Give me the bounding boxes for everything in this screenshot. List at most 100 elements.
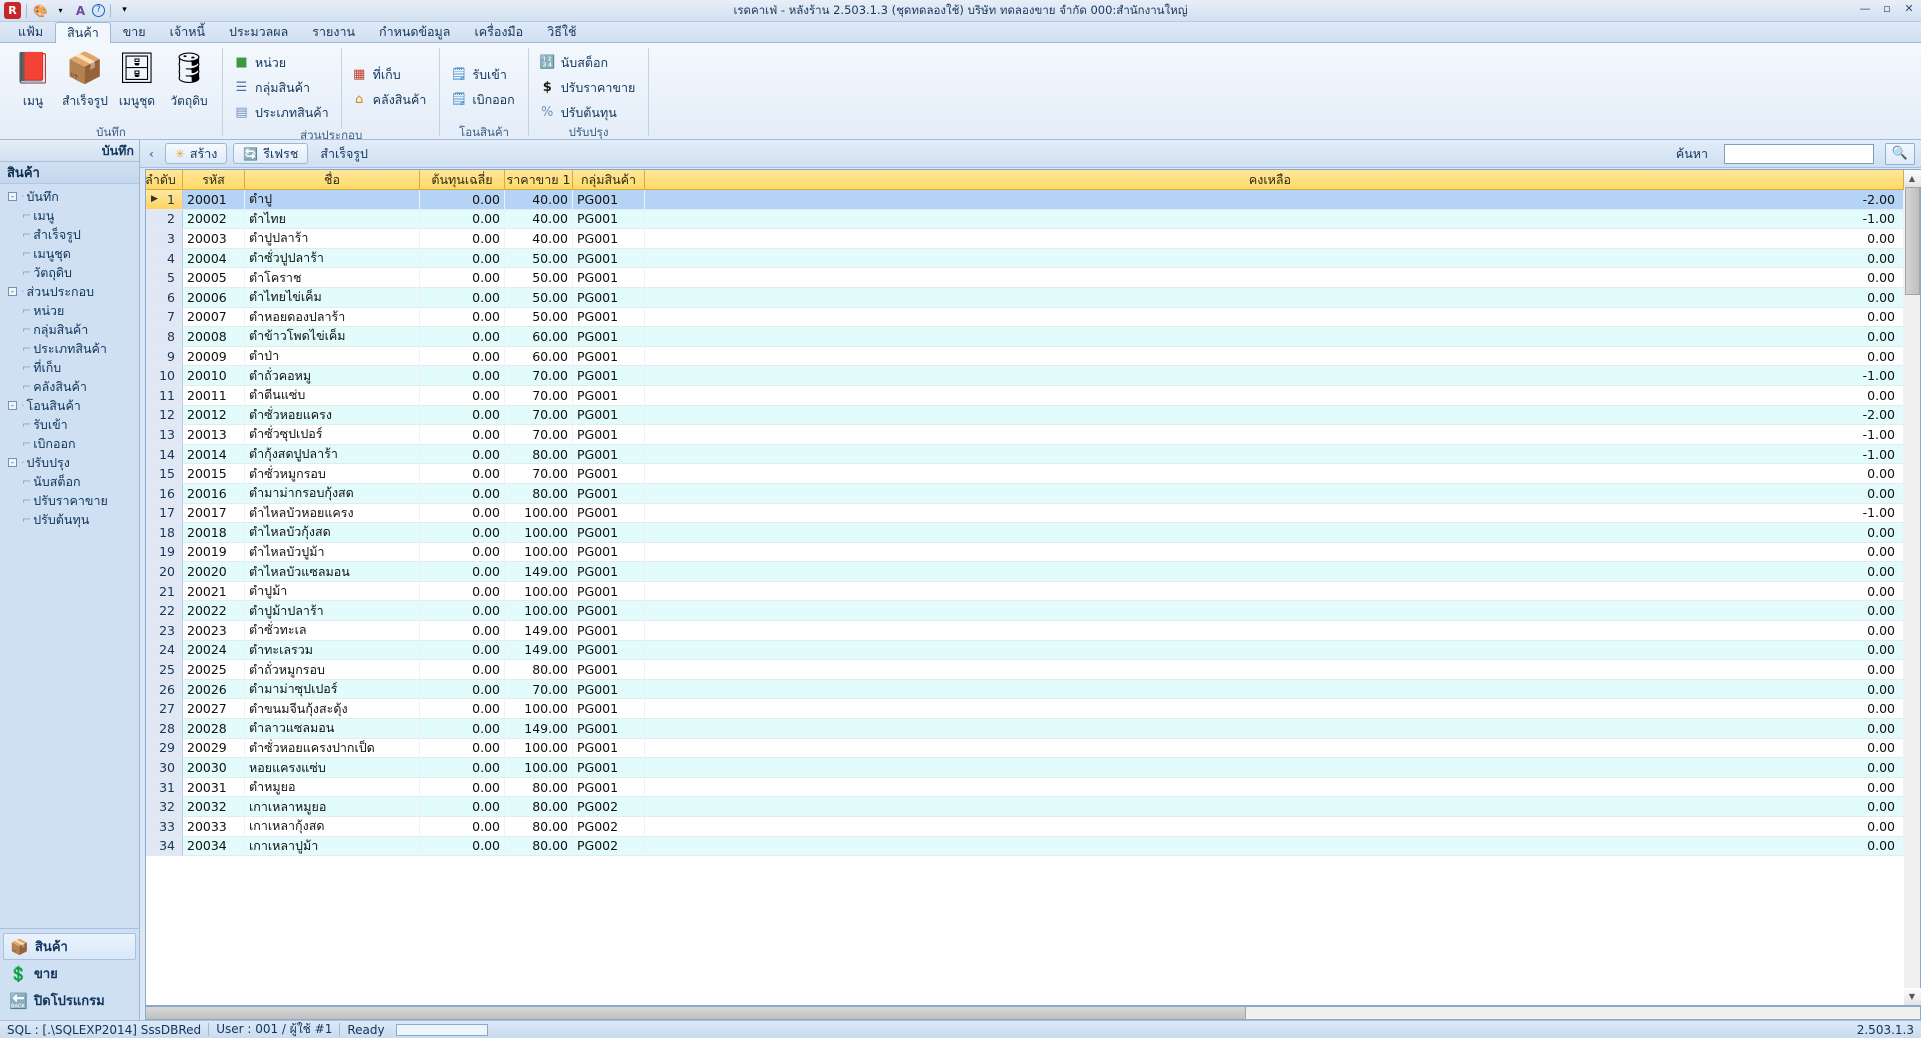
grid-cell-idx[interactable]: 16 [146,483,183,504]
table-row[interactable]: 28 20028 ตำลาวแซลมอน 0.00 149.00 PG001 0.00 [146,719,1904,739]
grid-cell-price[interactable]: 149.00 [505,719,573,739]
grid-cell-code[interactable]: 20002 [183,209,245,230]
grid-cell-group[interactable]: PG001 [573,464,645,484]
minimize-button[interactable]: — [1857,2,1873,15]
sidebar-tree-item[interactable]: ⌐ นับสต็อก [0,472,139,491]
tab-withiichai[interactable]: วิธีใช้ [535,21,588,42]
grid-cell-code[interactable]: 20010 [183,366,245,386]
grid-cell-code[interactable]: 20031 [183,777,245,798]
grid-cell-idx[interactable]: 33 [146,817,183,837]
grid-cell-name[interactable]: ตำทะเลรวม [245,640,420,661]
grid-cell-group[interactable]: PG001 [573,366,645,386]
table-row[interactable]: 19 20019 ตำไหลบัวปูม้า 0.00 100.00 PG001 0.00 [146,542,1904,563]
grid-cell-stock[interactable]: 0.00 [645,483,1904,504]
grid-cell-idx[interactable]: 24 [146,640,183,661]
grid-cell-idx[interactable]: 17 [146,503,183,524]
tree-expander-icon[interactable]: - [8,192,17,201]
sidebar-tree-item[interactable]: - · โอนสินค้า [0,396,139,415]
grid-cell-idx[interactable]: 18 [146,523,183,543]
grid-cell-cost[interactable]: 0.00 [420,601,505,622]
tab-khai[interactable]: ขาย [111,21,158,42]
grid-cell-stock[interactable]: 0.00 [645,268,1904,288]
grid-cell-group[interactable]: PG001 [573,229,645,249]
table-row[interactable]: 13 20013 ตำซั่วซุปเปอร์ 0.00 70.00 PG001 -1.00 [146,425,1904,445]
create-button[interactable]: ✳ สร้าง [164,143,228,164]
grid-cell-idx[interactable]: 14 [146,444,183,465]
sidebar-tree-item[interactable]: ⌐ คลังสินค้า [0,377,139,396]
sidebar-tree-item[interactable]: - · ส่วนประกอบ [0,282,139,301]
grid-cell-cost[interactable]: 0.00 [420,836,505,857]
sidebar-tree-item[interactable]: ⌐ เมนูชุด [0,244,139,263]
grid-cell-cost[interactable]: 0.00 [420,268,505,288]
ribbon-button-khlangsinkha[interactable]: ⌂ คลังสินค้า [348,87,433,112]
tab-khrueangmue[interactable]: เครื่องมือ [462,21,535,42]
grid-cell-name[interactable]: ตำซั่วปูปลาร้า [245,248,420,269]
grid-cell-cost[interactable]: 0.00 [420,523,505,543]
grid-cell-group[interactable]: PG002 [573,817,645,837]
grid-cell-cost[interactable]: 0.00 [420,248,505,269]
grid-cell-name[interactable]: ตำถั่วหมูกรอบ [245,660,420,680]
grid-cell-name[interactable]: ตำปูม้า [245,581,420,602]
table-row[interactable]: 26 20026 ตำมาม่าซุปเปอร์ 0.00 70.00 PG001 0.00 [146,679,1904,700]
grid-cell-group[interactable]: PG001 [573,562,645,582]
grid-cell-code[interactable]: 20030 [183,758,245,778]
grid-cell-name[interactable]: ตำไทย [245,209,420,230]
table-row[interactable]: 17 20017 ตำไหลบัวหอยแครง 0.00 100.00 PG001 -1.… [146,503,1904,524]
grid-cell-cost[interactable]: 0.00 [420,679,505,700]
grid-cell-cost[interactable]: 0.00 [420,405,505,426]
ribbon-button-boekok[interactable]: 🗒 เบิกออก [447,87,520,112]
sidebar-tree-item[interactable]: ⌐ ประเภทสินค้า [0,339,139,358]
sidebar-tree-item[interactable]: ⌐ สำเร็จรูป [0,225,139,244]
grid-cell-group[interactable]: PG001 [573,758,645,778]
grid-cell-cost[interactable]: 0.00 [420,581,505,602]
grid-cell-idx[interactable]: 19 [146,542,183,563]
grid-cell-stock[interactable]: 0.00 [645,523,1904,543]
grid-cell-group[interactable]: PG001 [573,248,645,269]
grid-cell-idx[interactable]: 34 [146,836,183,857]
grid-cell-price[interactable]: 80.00 [505,797,573,817]
grid-cell-price[interactable]: 80.00 [505,660,573,680]
grid-cell-stock[interactable]: -1.00 [645,209,1904,230]
grid-cell-name[interactable]: ตำถั่วคอหมู [245,366,420,386]
grid-column-header-stock[interactable]: คงเหลือ [645,170,1904,190]
grid-cell-name[interactable]: เกาเหลากุ้งสด [245,817,420,837]
help-icon[interactable]: ? [92,4,105,17]
sidebar-tree-item[interactable]: ⌐ กลุ่มสินค้า [0,320,139,339]
vertical-scroll-track[interactable] [1904,187,1921,988]
tab-sinkha[interactable]: สินค้า [55,22,111,43]
grid-cell-cost[interactable]: 0.00 [420,797,505,817]
tab-faem[interactable]: แฟ้ม [6,21,55,42]
grid-cell-price[interactable]: 70.00 [505,385,573,406]
grid-cell-price[interactable]: 50.00 [505,287,573,308]
close-button[interactable]: ✕ [1901,2,1917,15]
table-row[interactable]: 24 20024 ตำทะเลรวม 0.00 149.00 PG001 0.00 [146,640,1904,661]
grid-cell-name[interactable]: ตำโคราช [245,268,420,288]
grid-cell-stock[interactable]: -2.00 [645,405,1904,426]
grid-cell-name[interactable]: ตำปูปลาร้า [245,229,420,249]
table-row[interactable]: 7 20007 ตำหอยดองปลาร้า 0.00 50.00 PG001 0.00 [146,307,1904,328]
grid-cell-group[interactable]: PG002 [573,836,645,857]
grid-cell-code[interactable]: 20012 [183,405,245,426]
grid-cell-price[interactable]: 70.00 [505,366,573,386]
grid-cell-group[interactable]: PG001 [573,581,645,602]
table-row[interactable]: 6 20006 ตำไทยไข่เค็ม 0.00 50.00 PG001 0.00 [146,287,1904,308]
grid-cell-code[interactable]: 20015 [183,464,245,484]
grid-cell-name[interactable]: ตำซั่วหมูกรอบ [245,464,420,484]
grid-cell-group[interactable]: PG001 [573,346,645,367]
grid-cell-price[interactable]: 80.00 [505,777,573,798]
table-row[interactable]: ▶ 1 20001 ตำปู 0.00 40.00 PG001 -2.00 [146,190,1904,210]
grid-cell-code[interactable]: 20021 [183,581,245,602]
grid-cell-group[interactable]: PG001 [573,425,645,445]
grid-cell-group[interactable]: PG001 [573,268,645,288]
table-row[interactable]: 9 20009 ตำป่า 0.00 60.00 PG001 0.00 [146,346,1904,367]
grid-cell-idx[interactable]: 2 [146,209,183,230]
grid-cell-stock[interactable]: 0.00 [645,719,1904,739]
grid-cell-code[interactable]: 20004 [183,248,245,269]
ribbon-button-samretrup[interactable]: 📦 สำเร็จรูป [59,48,111,111]
grid-cell-price[interactable]: 149.00 [505,621,573,641]
table-row[interactable]: 5 20005 ตำโคราช 0.00 50.00 PG001 0.00 [146,268,1904,288]
search-input[interactable] [1724,143,1874,164]
grid-cell-cost[interactable]: 0.00 [420,209,505,230]
grid-cell-group[interactable]: PG001 [573,405,645,426]
grid-vertical-scrollbar[interactable]: ▲ ▼ [1903,169,1921,1006]
